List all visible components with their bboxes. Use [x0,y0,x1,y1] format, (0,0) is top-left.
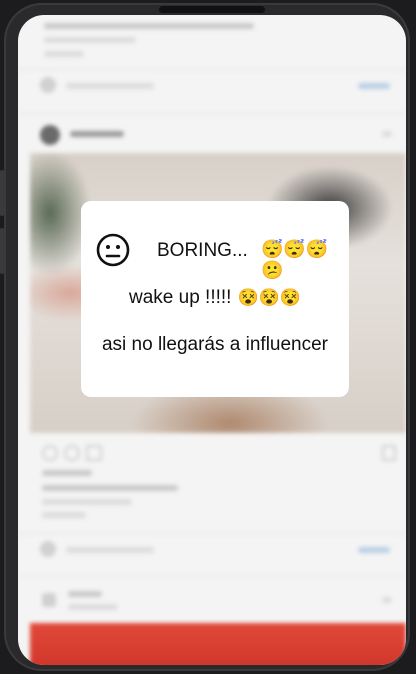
post-avatar [40,125,60,145]
feed-divider [18,533,406,534]
feed-date-line [44,51,84,57]
wake-up-row: wake up !!!!! 😵😵😵 [81,287,349,309]
share-icon [86,445,102,461]
post-username [70,131,124,137]
next-post-photo [30,623,406,665]
save-icon [382,445,396,461]
view-comments-line [42,499,132,505]
influencer-label: asi no llegarás a influencer [101,334,329,355]
message-card: BORING... 😴😴😴😕 wake up !!!!! 😵😵😵 asi no … [81,201,349,397]
feed-divider [18,69,406,70]
influencer-row: asi no llegarás a influencer [81,334,349,356]
feed-comments-line [44,37,136,43]
feed-divider [18,113,406,114]
comment-icon [64,445,80,461]
feed-caption-line [44,23,254,29]
likes-count-line [42,470,92,476]
neutral-face-icon [96,233,130,267]
comment-avatar [40,541,56,557]
caption-line [42,485,178,491]
boring-label: BORING... [157,240,248,261]
post-username [68,591,102,597]
like-icon [42,445,58,461]
post-date-line [42,512,86,518]
boring-emojis: 😴😴😴😕 [261,239,329,280]
comment-avatar [40,77,56,93]
phone-notch [159,6,265,13]
publish-link [358,547,390,553]
post-more-dots [382,597,392,603]
post-subtitle [68,604,118,610]
post-avatar [42,593,56,607]
wake-up-label: wake up !!!!! [129,287,232,308]
add-comment-placeholder [66,83,154,89]
post-more-dots [382,131,392,137]
publish-link [358,83,390,89]
feed-divider [18,575,406,576]
add-comment-placeholder [66,547,154,553]
wake-up-emojis: 😵😵😵 [237,288,301,307]
